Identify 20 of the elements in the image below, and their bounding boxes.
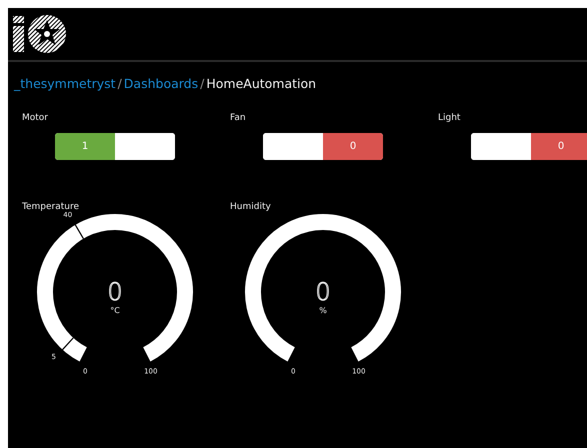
breadcrumb-separator: / [118, 76, 122, 91]
gauge-unit: °C [110, 306, 120, 315]
breadcrumb-separator: / [200, 76, 204, 91]
gauge-label: Humidity [230, 202, 272, 212]
breadcrumb-current: HomeAutomation [206, 76, 316, 91]
toggle-switch[interactable]: 0 [471, 133, 587, 160]
gauge-value: 0 [107, 278, 123, 306]
toggle-switch[interactable]: 0 [263, 133, 383, 160]
breadcrumb-link[interactable]: Dashboards [124, 76, 198, 91]
gauge-unit: % [319, 306, 327, 315]
toggle-label: Motor [22, 113, 50, 123]
logo-icon [12, 14, 68, 54]
toggle-switch[interactable]: 1 [55, 133, 175, 160]
toggle-label: Fan [230, 113, 247, 123]
gauge-tick [62, 337, 74, 350]
gauge-value: 0 [315, 278, 331, 306]
gauge-label: Temperature [22, 202, 80, 212]
gauge-tick [74, 224, 84, 239]
breadcrumb-link[interactable]: _thesymmetryst [14, 76, 116, 91]
toggle-label: Light [438, 113, 462, 123]
